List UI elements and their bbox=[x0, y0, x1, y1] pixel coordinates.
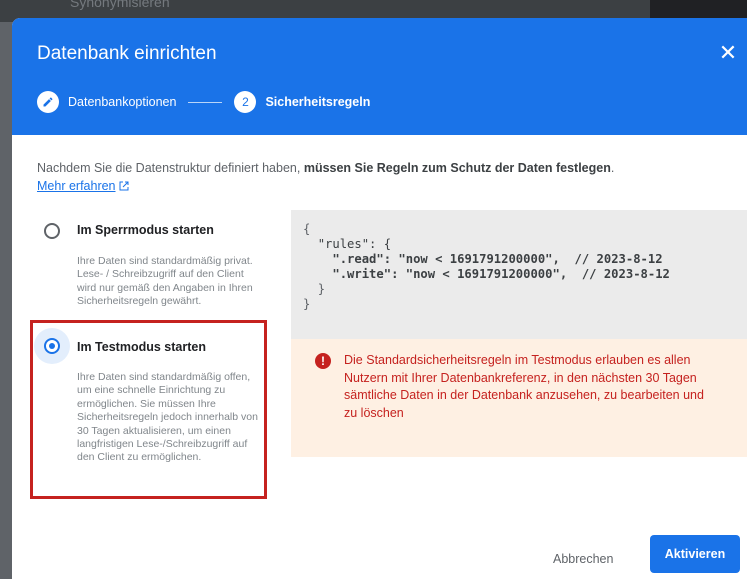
code-rules: "rules": { bbox=[317, 237, 392, 251]
background-text: Synonymisieren bbox=[70, 0, 170, 10]
setup-database-dialog: Datenbank einrichten ✕ Datenbankoptionen… bbox=[12, 18, 747, 579]
intro-end: . bbox=[610, 161, 615, 175]
code-write-value: : "now < 1691791200000", // 2023-8-12 bbox=[391, 267, 670, 281]
security-rules-code: { "rules": { ".read": "now < 16917912000… bbox=[291, 210, 747, 339]
step-1-label: Datenbankoptionen bbox=[68, 95, 177, 109]
code-read-key: ".read" bbox=[332, 252, 384, 266]
warning-icon: ! bbox=[315, 353, 331, 369]
activate-button[interactable]: Aktivieren bbox=[650, 535, 740, 573]
locked-mode-description: Ihre Daten sind standardmäßig privat. Le… bbox=[77, 255, 253, 308]
intro-plain: Nachdem Sie die Datenstruktur definiert … bbox=[37, 161, 304, 175]
locked-mode-title: Im Sperrmodus starten bbox=[77, 223, 214, 237]
code-inner-close: } bbox=[317, 282, 326, 296]
close-icon[interactable]: ✕ bbox=[717, 42, 739, 64]
step-connector bbox=[188, 101, 223, 103]
cancel-button[interactable]: Abbrechen bbox=[553, 552, 613, 566]
dialog-header: Datenbank einrichten ✕ Datenbankoptionen… bbox=[12, 18, 747, 135]
locked-mode-option[interactable]: Im Sperrmodus starten Ihre Daten sind st… bbox=[34, 218, 274, 318]
warning-banner: ! Die Standardsicherheitsregeln im Testm… bbox=[291, 339, 747, 457]
code-open: { bbox=[303, 222, 311, 236]
stepper: Datenbankoptionen 2 Sicherheitsregeln bbox=[37, 91, 370, 113]
intro-text: Nachdem Sie die Datenstruktur definiert … bbox=[37, 159, 727, 197]
code-block: { "rules": { ".read": "now < 16917912000… bbox=[303, 222, 670, 312]
code-read-value: : "now < 1691791200000", // 2023-8-12 bbox=[383, 252, 663, 266]
warning-text: Die Standardsicherheitsregeln im Testmod… bbox=[344, 353, 704, 420]
learn-more-link[interactable]: Mehr erfahren bbox=[37, 179, 116, 193]
step-2-number: 2 bbox=[234, 91, 257, 113]
dialog-title: Datenbank einrichten bbox=[37, 43, 217, 64]
code-close: } bbox=[303, 297, 311, 311]
highlight-annotation bbox=[30, 320, 267, 499]
code-write-key: ".write" bbox=[332, 267, 392, 281]
step-1-edit-icon bbox=[37, 91, 59, 113]
step-2-label: Sicherheitsregeln bbox=[265, 95, 371, 109]
external-link-icon[interactable] bbox=[118, 179, 130, 197]
intro-bold: müssen Sie Regeln zum Schutz der Daten f… bbox=[303, 161, 611, 175]
locked-mode-radio[interactable] bbox=[44, 223, 60, 239]
